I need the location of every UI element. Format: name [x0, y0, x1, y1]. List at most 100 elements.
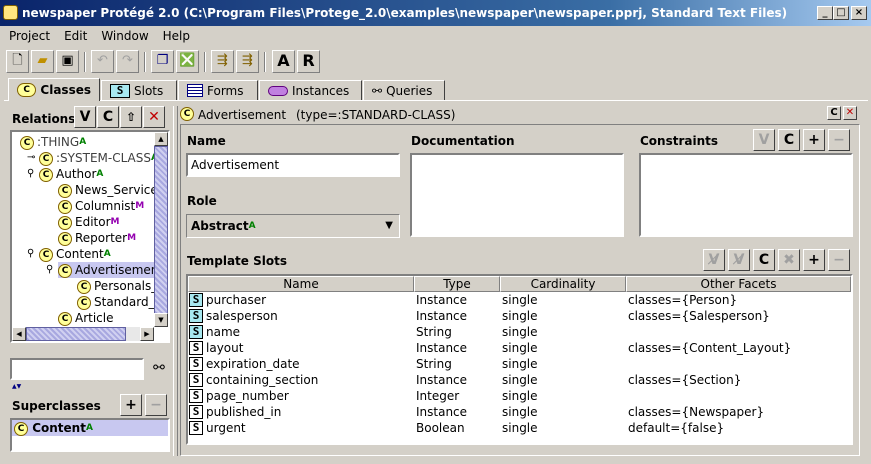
font-a-button[interactable]: A — [272, 50, 295, 73]
tab-slots[interactable]: S Slots — [101, 80, 177, 100]
create-slot-button[interactable]: C — [753, 249, 775, 271]
tree-node[interactable]: C ReporterM — [12, 230, 154, 246]
tree-node[interactable]: C ColumnistM — [12, 198, 154, 214]
class-icon: C — [14, 421, 28, 436]
save-project-button[interactable]: ▣ — [56, 50, 79, 73]
menu-project[interactable]: Project — [0, 29, 55, 43]
column-header-other-facets[interactable]: Other Facets — [626, 276, 851, 292]
set-parent-button[interactable]: ⇧ — [120, 106, 142, 128]
add-slot-button[interactable]: + — [803, 249, 825, 271]
menu-window[interactable]: Window — [92, 29, 153, 43]
tab-classes[interactable]: C Classes — [8, 78, 100, 101]
column-header-name[interactable]: Name — [188, 276, 414, 292]
scroll-thumb[interactable] — [154, 146, 168, 314]
add-constraint-button[interactable]: + — [803, 129, 825, 151]
table-row[interactable]: Ssalesperson Instance single classes={Sales… — [188, 308, 851, 324]
hierarchy-up-button[interactable]: ⇶ — [236, 50, 259, 73]
table-row[interactable]: Sexpiration_date String single — [188, 356, 851, 372]
close-frames-button[interactable]: ❎ — [176, 50, 199, 73]
header-close-button[interactable]: ✕ — [843, 106, 857, 120]
table-row[interactable]: Sname String single — [188, 324, 851, 340]
tree-node[interactable]: C Personals_ — [12, 278, 154, 294]
tree-node[interactable]: ⊸C:SYSTEM-CLASSA — [12, 150, 154, 166]
copy-frames-button[interactable]: ❐ — [151, 50, 174, 73]
superclass-item[interactable]: C ContentA — [12, 420, 168, 436]
cell-card: single — [502, 389, 538, 403]
remove-slot-button[interactable]: − — [828, 249, 850, 271]
open-project-button[interactable]: ▰ — [31, 50, 54, 73]
collapsed-handle-icon[interactable]: ⊸ — [27, 150, 35, 166]
minimize-button[interactable]: _ — [817, 6, 833, 20]
pane-splitter[interactable] — [173, 106, 178, 456]
header-c-button[interactable]: C — [827, 106, 841, 120]
cell-card: single — [502, 373, 538, 387]
tree-hscrollbar[interactable]: ◀ ▶ — [12, 327, 154, 341]
role-select[interactable]: AbstractA ▼ — [186, 214, 400, 238]
expanded-handle-icon[interactable]: ⚲ — [27, 166, 34, 182]
window-titlebar: newspaper Protégé 2.0 (C:\Program Files\… — [0, 0, 871, 26]
slot-icon: S — [189, 309, 203, 323]
font-r-button[interactable]: R — [297, 50, 320, 73]
table-row[interactable]: Surgent Boolean single default={false} — [188, 420, 851, 436]
class-search-input[interactable] — [10, 358, 144, 380]
view-class-button[interactable]: V — [74, 106, 96, 128]
create-constraint-button[interactable]: C — [778, 129, 800, 151]
tree-node[interactable]: ⚲ C AuthorA — [12, 166, 154, 182]
name-field[interactable]: Advertisement — [186, 153, 400, 177]
table-row[interactable]: Slayout Instance single classes={Content_La… — [188, 340, 851, 356]
splitter-arrows-icon[interactable]: ▲▼ — [12, 384, 32, 390]
delete-class-button[interactable]: ✕ — [143, 106, 165, 128]
scroll-right-button[interactable]: ▶ — [140, 327, 154, 341]
column-header-cardinality[interactable]: Cardinality — [500, 276, 626, 292]
undo-button[interactable]: ↶ — [91, 50, 114, 73]
close-window-button[interactable]: × — [851, 6, 867, 20]
hierarchy-down-button[interactable]: ⇶ — [211, 50, 234, 73]
superclasses-list[interactable]: C ContentA — [10, 418, 170, 452]
tree-node[interactable]: C EditorM — [12, 214, 154, 230]
tab-instances[interactable]: Instances — [259, 80, 362, 100]
table-row[interactable]: Spurchaser Instance single classes={Person} — [188, 292, 851, 308]
tree-node[interactable]: C Article — [12, 310, 154, 326]
class-icon: C — [77, 295, 91, 310]
table-row[interactable]: Spage_number Integer single — [188, 388, 851, 404]
scroll-down-button[interactable]: ▼ — [154, 313, 168, 327]
view-slot-icon: V̸ — [708, 252, 720, 268]
expanded-handle-icon[interactable]: ⚲ — [27, 246, 34, 262]
scroll-up-button[interactable]: ▲ — [154, 132, 168, 146]
maximize-button[interactable]: □ — [833, 6, 849, 20]
tree-node[interactable]: C:THINGA — [12, 134, 154, 150]
remove-superclass-button[interactable]: − — [145, 394, 167, 416]
tree-node[interactable]: ⚲ C ContentA — [12, 246, 154, 262]
tree-node[interactable]: C News_Service — [12, 182, 154, 198]
table-row[interactable]: Spublished_in Instance single classes={News… — [188, 404, 851, 420]
tree-vscrollbar[interactable]: ▲ ▼ — [154, 132, 168, 327]
cell-card: single — [502, 341, 538, 355]
find-class-button[interactable]: ⚯ — [148, 360, 170, 380]
tab-forms[interactable]: Forms — [178, 80, 258, 100]
constraints-list[interactable] — [639, 153, 853, 237]
documentation-field[interactable] — [410, 153, 624, 237]
remove-constraint-button[interactable]: − — [828, 129, 850, 151]
new-project-button[interactable]: 🗋 — [6, 50, 29, 73]
view-facet-button[interactable]: V̸ — [728, 249, 750, 271]
class-tree[interactable]: C:THINGA⊸C:SYSTEM-CLASSA⚲CAuthorACNews_S… — [10, 130, 170, 343]
tree-node[interactable]: CStandard_A — [12, 294, 154, 310]
menu-edit[interactable]: Edit — [55, 29, 92, 43]
tab-queries[interactable]: ⚯ Queries — [363, 80, 445, 100]
tree-node[interactable]: ⚲CAdvertisementA — [12, 262, 154, 278]
table-row[interactable]: Scontaining_section Instance single classes… — [188, 372, 851, 388]
expanded-handle-icon[interactable]: ⚲ — [46, 262, 53, 278]
view-constraint-button[interactable]: V — [753, 129, 775, 151]
create-class-button[interactable]: C — [97, 106, 119, 128]
tree-node-label: Editor — [75, 215, 111, 229]
scroll-left-button[interactable]: ◀ — [12, 327, 26, 341]
menu-help[interactable]: Help — [154, 29, 195, 43]
template-slots-table[interactable]: Name Type Cardinality Other Facets Spurchas… — [186, 274, 853, 445]
arrow-up-icon: ⇧ — [125, 110, 137, 124]
redo-button[interactable]: ↷ — [116, 50, 139, 73]
view-slot-button[interactable]: V̸ — [703, 249, 725, 271]
hscroll-thumb[interactable] — [26, 327, 126, 341]
column-header-type[interactable]: Type — [414, 276, 500, 292]
add-superclass-button[interactable]: + — [120, 394, 142, 416]
remove-slot-override-button[interactable]: ✖ — [778, 249, 800, 271]
